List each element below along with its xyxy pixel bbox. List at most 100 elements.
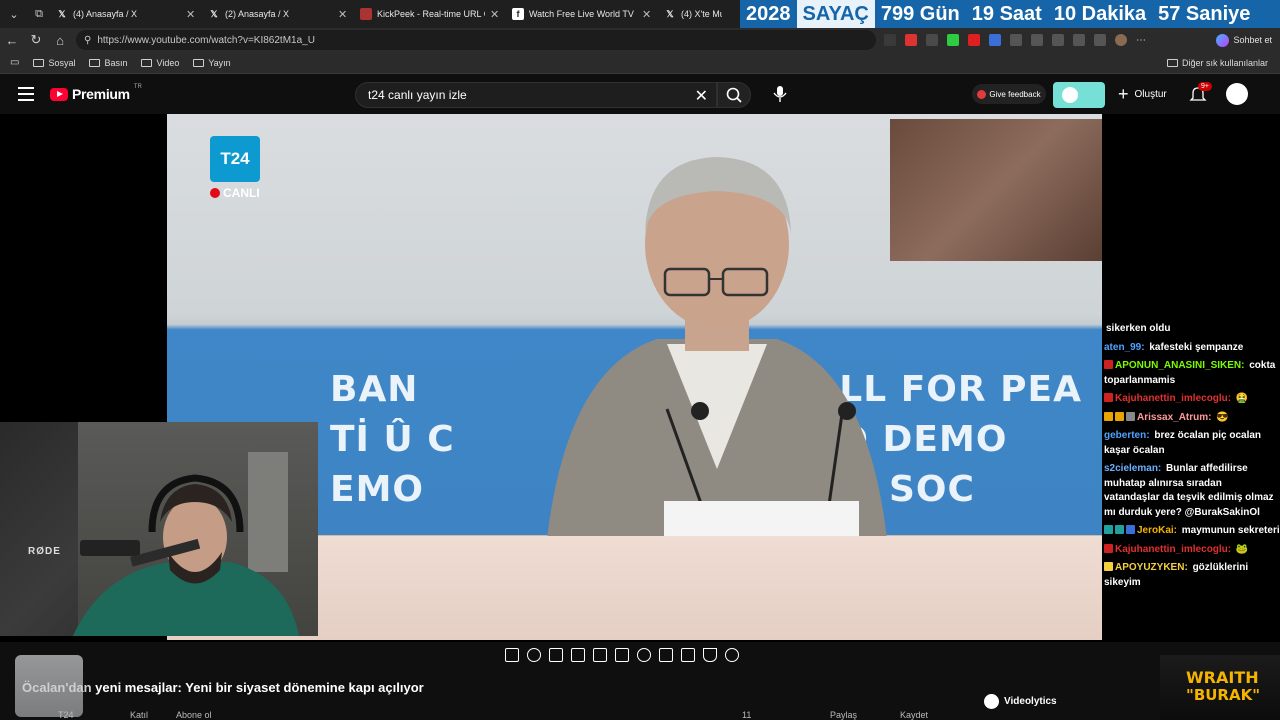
chat-message: APOYUZYKEN: gözlüklerini sikeyim — [1104, 561, 1280, 590]
flask-icon[interactable] — [703, 648, 717, 662]
browser-tab[interactable]: 𝕏 (4) X'te Murat — [658, 0, 728, 28]
videolytics-button[interactable]: Videolytics — [984, 694, 1057, 709]
live-chat-overlay: sikerken oldu aten_99: kafesteki şempanze… — [1104, 322, 1280, 642]
close-tab-icon[interactable]: ✕ — [642, 8, 652, 21]
add-icon[interactable] — [659, 648, 673, 662]
clear-search-icon[interactable]: ✕ — [695, 86, 708, 106]
chat-username[interactable]: Kajuhanettin_imlecoglu: — [1115, 393, 1231, 404]
chat-username[interactable]: s2cieleman: — [1104, 463, 1161, 474]
screenshot-icon[interactable] — [681, 648, 695, 662]
chat-text: kafesteki şempanze — [1146, 341, 1244, 353]
browser-essentials-icon[interactable] — [1094, 34, 1106, 46]
chat-message: Arissax_Atrum: 😎 — [1104, 411, 1280, 426]
watch-later-icon[interactable] — [549, 648, 563, 662]
video-player[interactable]: BAN CALL FOR PEA Tİ Û C ND DEMO EMO SOC … — [0, 114, 1280, 642]
back-icon[interactable]: ← — [0, 28, 24, 52]
browser-tab[interactable]: KickPeek - Real-time URL Crawler ✕ — [354, 0, 506, 28]
give-feedback-button[interactable]: Give feedback — [972, 84, 1046, 104]
streamer-webcam: RØDE — [0, 422, 318, 636]
chat-username[interactable]: aten_99: — [1104, 342, 1145, 353]
account-avatar[interactable] — [1226, 83, 1248, 105]
chat-username[interactable]: Kajuhanettin_imlecoglu: — [1115, 544, 1231, 555]
profile-icon[interactable] — [1115, 34, 1127, 46]
subscribe-button[interactable]: Abone ol — [176, 710, 212, 720]
bookmark-folder[interactable]: Yayın — [193, 57, 231, 68]
copilot-icon — [1216, 33, 1230, 47]
copilot-chat-button[interactable]: Sohbet et — [1216, 33, 1272, 47]
extension-icon[interactable] — [1010, 34, 1022, 46]
chat-badge-icon — [1126, 525, 1135, 534]
bookmark-folder[interactable]: Video — [141, 58, 179, 68]
bookmark-folder[interactable]: Basın — [89, 58, 127, 68]
search-input[interactable]: t24 canlı yayın izle ✕ — [355, 82, 717, 108]
share-button[interactable]: Paylaş — [830, 710, 857, 720]
counter-year: 2028 — [746, 2, 791, 25]
chat-username[interactable]: APOYUZYKEN: — [1115, 562, 1188, 573]
extension-icon[interactable] — [926, 34, 938, 46]
streamer-figure — [72, 474, 299, 636]
chat-username[interactable]: APONUN_ANASINI_SIKEN: — [1115, 360, 1244, 371]
counter-hours: 19 Saat — [971, 2, 1042, 25]
chat-username[interactable]: Arissax_Atrum: — [1137, 412, 1211, 423]
live-dot-icon — [210, 188, 220, 198]
chat-badge-icon — [1104, 393, 1113, 402]
home-icon[interactable]: ⌂ — [48, 28, 72, 52]
region-code: TR — [133, 84, 142, 90]
plus-icon: + — [1118, 84, 1129, 104]
live-broadcast-icon[interactable] — [527, 648, 541, 662]
workspaces-icon[interactable]: ⧉ — [28, 3, 50, 25]
voice-search-icon[interactable] — [770, 84, 790, 104]
x-logo-icon: 𝕏 — [666, 8, 674, 19]
youtube-premium-logo[interactable]: Premium TR — [50, 84, 142, 102]
site-info-icon[interactable]: ⚲ — [84, 35, 91, 46]
tab-actions-chevron-icon[interactable]: ⌄ — [3, 3, 25, 25]
chat-username[interactable]: JeroKai: — [1137, 525, 1177, 536]
create-label: Oluştur — [1134, 89, 1167, 100]
collections-icon[interactable] — [1073, 34, 1085, 46]
chat-badge-icon — [1104, 525, 1113, 534]
save-button[interactable]: Kaydet — [900, 710, 928, 720]
folder-icon — [193, 58, 205, 67]
notification-badge: 9+ — [1198, 82, 1212, 91]
browser-tab[interactable]: 𝕏 (2) Anasayfa / X ✕ — [202, 0, 354, 28]
favorites-icon[interactable] — [1052, 34, 1064, 46]
extension-icon[interactable] — [968, 34, 980, 46]
close-tab-icon[interactable]: ✕ — [338, 8, 348, 21]
counter-seconds: 57 Saniye — [1158, 2, 1251, 25]
bookmark-folder[interactable]: Sosyal — [33, 58, 75, 68]
extension-icon[interactable] — [884, 34, 896, 46]
url-field[interactable]: ⚲ https://www.youtube.com/watch?v=KI862t… — [76, 30, 876, 50]
settings-gear-icon[interactable] — [725, 648, 739, 662]
close-tab-icon[interactable]: ✕ — [490, 8, 500, 21]
clapper-icon[interactable] — [571, 648, 585, 662]
sidebar-icon[interactable] — [1031, 34, 1043, 46]
extension-icon[interactable] — [989, 34, 1001, 46]
more-icon[interactable]: ⋯ — [1136, 35, 1146, 46]
extension-icon[interactable] — [947, 34, 959, 46]
channel-name[interactable]: T24 — [58, 710, 74, 720]
menu-icon[interactable] — [18, 87, 34, 101]
logo-text: Premium — [72, 86, 130, 102]
like-count[interactable]: 11 — [742, 710, 751, 720]
reading-mode-icon[interactable]: ▭ — [10, 57, 19, 68]
chat-username[interactable]: geberten: — [1104, 430, 1150, 441]
picture-in-picture-icon[interactable] — [593, 648, 607, 662]
browser-tab[interactable]: f Watch Free Live World TV | Global ✕ — [506, 0, 658, 28]
chat-message: aten_99: kafesteki şempanze — [1104, 341, 1280, 356]
bookmark-label: Yayın — [208, 57, 231, 68]
browser-tab[interactable]: 𝕏 (4) Anasayfa / X ✕ — [50, 0, 202, 28]
extension-toggle[interactable] — [1053, 82, 1105, 108]
other-bookmarks[interactable]: Diğer sık kullanılanlar — [1166, 58, 1268, 68]
close-tab-icon[interactable]: ✕ — [186, 8, 196, 21]
loop-icon[interactable] — [505, 648, 519, 662]
feedback-label: Give feedback — [989, 89, 1041, 99]
speed-icon[interactable] — [637, 648, 651, 662]
create-button[interactable]: + Oluştur — [1118, 84, 1167, 105]
reload-icon[interactable]: ↻ — [24, 28, 48, 52]
search-button[interactable] — [717, 82, 751, 108]
join-button[interactable]: Katıl — [130, 710, 148, 720]
extension-icon[interactable] — [905, 34, 917, 46]
bookmark-label: Basın — [104, 57, 128, 68]
theater-mode-icon[interactable] — [615, 648, 629, 662]
chat-message: sikerken oldu — [1104, 322, 1280, 337]
